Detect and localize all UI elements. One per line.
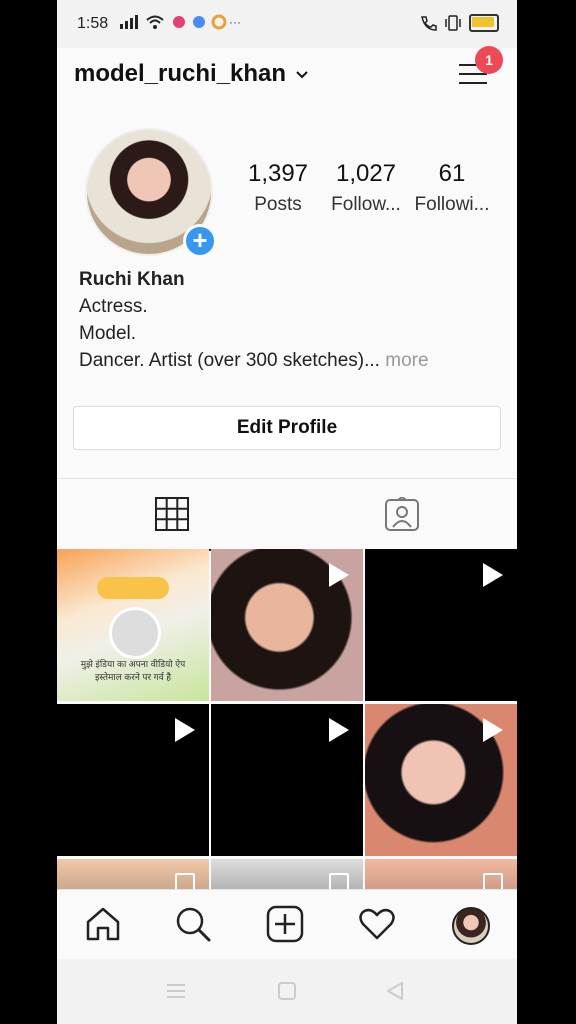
- video-play-icon: [329, 563, 349, 587]
- post-thumbnail[interactable]: [57, 859, 209, 889]
- following-label: Followi...: [414, 194, 490, 215]
- tagged-person-icon: [385, 497, 419, 531]
- status-bar: 1:58 ···: [57, 0, 517, 48]
- wifi-icon: [146, 15, 164, 29]
- back-icon[interactable]: [385, 981, 405, 1001]
- profile-tabs: [57, 478, 517, 551]
- video-play-icon: [483, 563, 503, 587]
- status-time: 1:58: [77, 15, 109, 32]
- following-stat[interactable]: 61 Followi...: [407, 160, 497, 216]
- battery-icon: [469, 14, 499, 32]
- home-icon[interactable]: [83, 904, 123, 944]
- profile-bio: Ruchi Khan Actress. Model. Dancer. Artis…: [79, 266, 499, 374]
- roposo-logo: [97, 577, 169, 599]
- post-thumbnail[interactable]: मुझे इंडिया का अपना वीडियो ऐप इस्तेमाल क…: [57, 549, 209, 701]
- video-play-icon: [329, 718, 349, 742]
- post-thumbnail[interactable]: [365, 704, 517, 856]
- multi-post-icon: [483, 873, 503, 889]
- search-icon[interactable]: [173, 904, 213, 944]
- bio-line: Actress.: [79, 296, 148, 317]
- vibrate-icon: [445, 15, 461, 31]
- bio-line: Dancer. Artist (over 300 sketches)...: [79, 350, 380, 371]
- add-story-icon[interactable]: +: [183, 224, 217, 258]
- bio-more-link[interactable]: more: [385, 350, 428, 371]
- home-button-icon[interactable]: [277, 981, 297, 1001]
- multi-post-icon: [329, 873, 349, 889]
- posts-stat[interactable]: 1,397 Posts: [233, 160, 323, 216]
- avatar-placeholder-icon: [109, 607, 161, 659]
- post-thumbnail[interactable]: [365, 859, 517, 889]
- followers-stat[interactable]: 1,027 Follow...: [321, 160, 411, 216]
- posts-grid: मुझे इंडिया का अपना वीडियो ऐप इस्तेमाल क…: [57, 549, 517, 889]
- post-thumbnail[interactable]: [211, 704, 363, 856]
- post-thumbnail[interactable]: [365, 549, 517, 701]
- video-play-icon: [483, 718, 503, 742]
- tab-grid[interactable]: [57, 479, 287, 551]
- video-play-icon: [175, 718, 195, 742]
- tab-tagged[interactable]: [287, 479, 517, 549]
- followers-label: Follow...: [331, 194, 401, 215]
- followers-count: 1,027: [335, 160, 397, 187]
- signal-icon: [120, 15, 138, 29]
- recents-icon[interactable]: [165, 981, 187, 1001]
- display-name: Ruchi Khan: [79, 269, 185, 290]
- multi-post-icon: [175, 873, 195, 889]
- posts-label: Posts: [254, 194, 302, 215]
- notification-badge: 1: [475, 46, 503, 74]
- bottom-navigation: [57, 889, 517, 960]
- heart-icon[interactable]: [357, 904, 397, 944]
- chevron-down-icon[interactable]: [295, 70, 309, 80]
- svg-text:···: ···: [229, 15, 241, 29]
- following-count: 61: [438, 160, 466, 187]
- post-caption-text: मुझे इंडिया का अपना वीडियो ऐप इस्तेमाल क…: [80, 659, 186, 682]
- instagram-profile-screen: 1:58 ··· model_ruchi_khan 1 + 1,397 Post…: [57, 0, 517, 1024]
- notification-icons: ···: [173, 14, 241, 30]
- post-thumbnail[interactable]: [211, 859, 363, 889]
- posts-count: 1,397: [247, 160, 309, 187]
- system-navigation-bar: [57, 959, 517, 1024]
- call-icon: [421, 16, 437, 31]
- add-post-icon[interactable]: [265, 904, 305, 944]
- post-thumbnail[interactable]: [211, 549, 363, 701]
- bio-line: Model.: [79, 323, 137, 344]
- post-thumbnail[interactable]: [57, 704, 209, 856]
- profile-avatar[interactable]: [452, 907, 490, 945]
- profile-username[interactable]: model_ruchi_khan: [74, 60, 286, 88]
- grid-icon: [155, 497, 189, 531]
- edit-profile-button[interactable]: Edit Profile: [73, 406, 501, 450]
